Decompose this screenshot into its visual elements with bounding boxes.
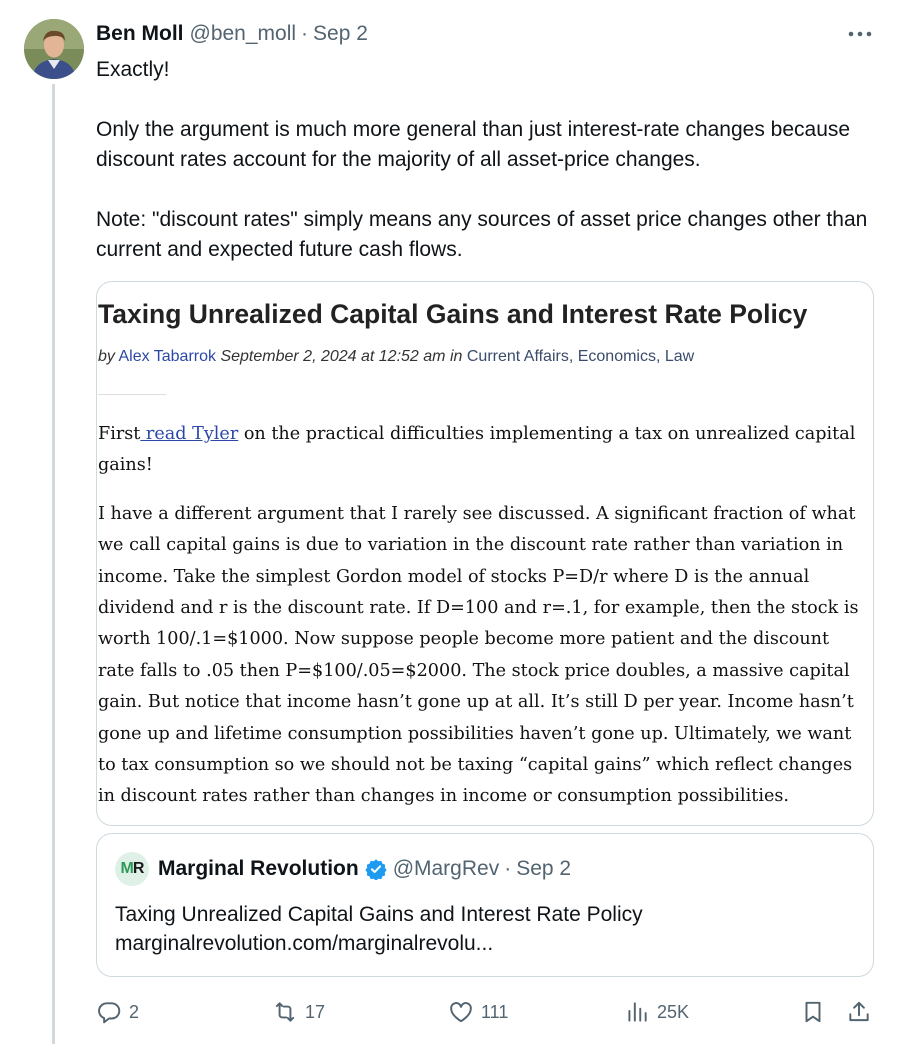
post-text: Exactly! Only the argument is much more …	[96, 55, 876, 265]
read-tyler-link: read Tyler	[140, 424, 239, 444]
repost-icon	[275, 1002, 295, 1022]
quoted-date: Sep 2	[516, 857, 572, 880]
article-text: First	[98, 424, 141, 444]
post-paragraph: Note: "discount rates" simply means any …	[96, 208, 868, 261]
author-name[interactable]: Ben Moll	[96, 22, 184, 46]
logo-letter: M	[120, 860, 134, 877]
post-date[interactable]: Sep 2	[313, 22, 368, 46]
share-button[interactable]	[846, 994, 872, 1030]
byline-by: by	[98, 348, 115, 365]
bookmark-icon	[805, 1001, 821, 1023]
quoted-author-handle: @MargRev	[392, 857, 500, 880]
tweet-header: Ben Moll @ben_moll · Sep 2	[96, 20, 368, 48]
quoted-link[interactable]: marginalrevolution.com/marginalrevolu...	[115, 929, 643, 958]
quoted-author-name: Marginal Revolution	[158, 857, 359, 880]
views-button[interactable]: 25K	[624, 994, 689, 1030]
reply-count: 2	[129, 1001, 140, 1022]
more-options-button[interactable]	[846, 24, 874, 44]
article-paragraph: First read Tyler on the practical diffic…	[98, 419, 870, 482]
author-handle[interactable]: @ben_moll	[190, 22, 297, 46]
article-categories: Current Affairs, Economics, Law	[466, 348, 695, 365]
article-screenshot[interactable]: Taxing Unrealized Capital Gains and Inte…	[96, 281, 874, 826]
action-bar: 2 17 111 25K	[96, 994, 876, 1030]
heart-icon	[450, 1002, 472, 1023]
repost-count: 17	[305, 1001, 326, 1022]
quoted-tweet-header: MR Marginal Revolution @MargRev · Sep 2	[115, 852, 571, 886]
article-byline: by Alex Tabarrok September 2, 2024 at 12…	[98, 348, 694, 366]
article-paragraph: I have a different argument that I rarel…	[98, 503, 859, 807]
logo-letter: R	[132, 860, 145, 877]
separator-dot: ·	[504, 857, 512, 880]
quoted-tweet-text: Taxing Unrealized Capital Gains and Inte…	[115, 900, 643, 958]
reply-button[interactable]: 2	[96, 994, 139, 1030]
avatar[interactable]	[24, 19, 84, 79]
byline-in: in	[449, 348, 463, 365]
marginal-revolution-logo: MR	[115, 852, 149, 886]
byline-divider	[98, 394, 166, 395]
like-count: 111	[481, 1001, 509, 1022]
verified-badge-icon	[365, 858, 387, 880]
bookmark-button[interactable]	[800, 994, 826, 1030]
repost-button[interactable]: 17	[272, 994, 325, 1030]
article-author: Alex Tabarrok	[118, 348, 216, 365]
separator-dot: ·	[301, 22, 309, 45]
like-button[interactable]: 111	[448, 994, 508, 1030]
article-datetime: September 2, 2024 at 12:52 am	[220, 348, 446, 365]
article-title: Taxing Unrealized Capital Gains and Inte…	[98, 299, 808, 329]
article-body: First read Tyler on the practical diffic…	[98, 419, 870, 825]
thread-line	[52, 84, 55, 1044]
avatar-photo	[24, 19, 84, 79]
views-icon	[628, 1002, 647, 1022]
post-paragraph: Exactly!	[96, 58, 170, 81]
view-count: 25K	[657, 1001, 690, 1022]
quoted-tweet[interactable]: MR Marginal Revolution @MargRev · Sep 2 …	[96, 833, 874, 977]
post-paragraph: Only the argument is much more general t…	[96, 118, 851, 171]
quoted-title: Taxing Unrealized Capital Gains and Inte…	[115, 903, 643, 926]
reply-icon	[98, 1002, 121, 1024]
share-icon	[849, 1001, 869, 1022]
more-icon	[848, 31, 872, 37]
